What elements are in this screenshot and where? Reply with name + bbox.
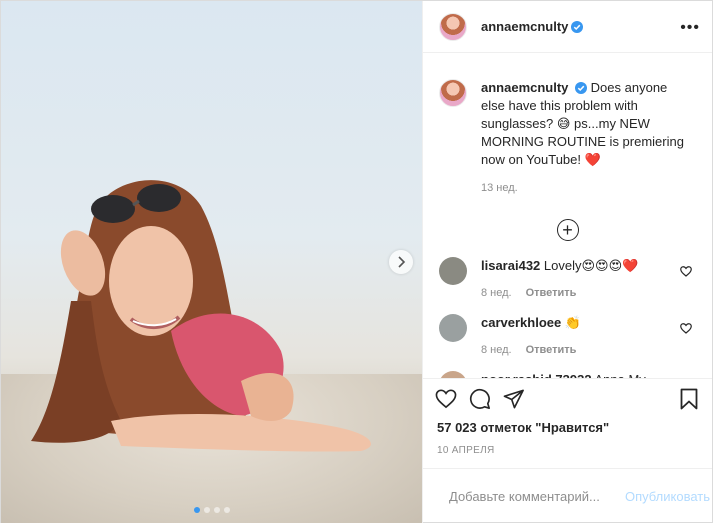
comments-list: annaemcnulty Does anyone else have this … [423, 53, 712, 378]
bookmark-icon [680, 388, 698, 410]
commenter-avatar[interactable] [439, 257, 467, 285]
comment-item: noor.rashid.73932 Anna My brother like y… [439, 371, 696, 378]
comment-time[interactable]: 8 нед. [481, 341, 512, 359]
heart-icon [435, 389, 457, 409]
comment-text: 👏 [564, 315, 582, 330]
post-header: annaemcnulty ••• [423, 1, 712, 53]
heart-icon [680, 323, 692, 334]
commenter-avatar[interactable] [439, 314, 467, 342]
verified-badge-icon [575, 82, 588, 94]
carousel-dot [223, 507, 230, 513]
comment-like-button[interactable] [680, 322, 692, 337]
comment-time[interactable]: 8 нед. [481, 284, 512, 302]
author-avatar[interactable] [439, 12, 467, 41]
carousel-dot [193, 507, 200, 513]
post-date[interactable]: 10 апреля [435, 445, 700, 456]
comment-item: lisarai432 Lovely😍😍😍❤️ 8 нед. Ответить [439, 257, 696, 302]
reply-button[interactable]: Ответить [526, 284, 577, 302]
comment-input[interactable] [449, 489, 625, 504]
add-comment-bar: Опубликовать [423, 468, 712, 523]
heart-icon [680, 266, 692, 277]
commenter-avatar[interactable] [439, 371, 467, 378]
woman-on-beach-image [31, 180, 371, 452]
commenter-username[interactable]: noor.rashid.73932 [481, 372, 592, 378]
load-more-comments-button[interactable]: + [556, 219, 579, 241]
comment-text: Lovely😍😍😍❤️ [543, 258, 639, 273]
caption-time[interactable]: 13 нед. [481, 179, 691, 197]
publish-button[interactable]: Опубликовать [625, 489, 710, 504]
commenter-username[interactable]: carverkhloee [481, 315, 561, 330]
comment-button[interactable] [469, 388, 491, 410]
comment-item: carverkhloee 👏 8 нед. Ответить [439, 314, 696, 359]
more-options-icon[interactable]: ••• [680, 19, 700, 37]
author-username[interactable]: annaemcnulty [481, 19, 568, 34]
comment-like-button[interactable] [680, 265, 692, 280]
carousel-dot [213, 507, 220, 513]
post-side-panel: annaemcnulty ••• annaemcnulty Does anyon… [422, 1, 712, 523]
comment-icon [469, 388, 490, 409]
paper-plane-icon [503, 389, 524, 409]
verified-badge-icon [571, 20, 584, 33]
like-button[interactable] [435, 389, 457, 409]
commenter-username[interactable]: lisarai432 [481, 258, 540, 273]
post-dialog: annaemcnulty ••• annaemcnulty Does anyon… [0, 0, 713, 523]
caption-avatar[interactable] [439, 79, 467, 107]
post-photo[interactable] [1, 1, 422, 523]
reply-button[interactable]: Ответить [526, 341, 577, 359]
post-actions: 57 023 отметок "Нравится" 10 апреля [423, 378, 712, 456]
carousel-indicator [1, 507, 422, 513]
save-button[interactable] [680, 388, 698, 410]
share-button[interactable] [503, 389, 525, 409]
comment-thread: lisarai432 Lovely😍😍😍❤️ 8 нед. Ответить carv… [439, 257, 696, 378]
chevron-right-icon [398, 256, 406, 268]
caption-username[interactable]: annaemcnulty [481, 80, 568, 95]
next-image-button[interactable] [389, 250, 413, 274]
caption: annaemcnulty Does anyone else have this … [439, 53, 696, 197]
likes-count[interactable]: 57 023 отметок "Нравится" [435, 420, 700, 435]
carousel-dot [203, 507, 210, 513]
